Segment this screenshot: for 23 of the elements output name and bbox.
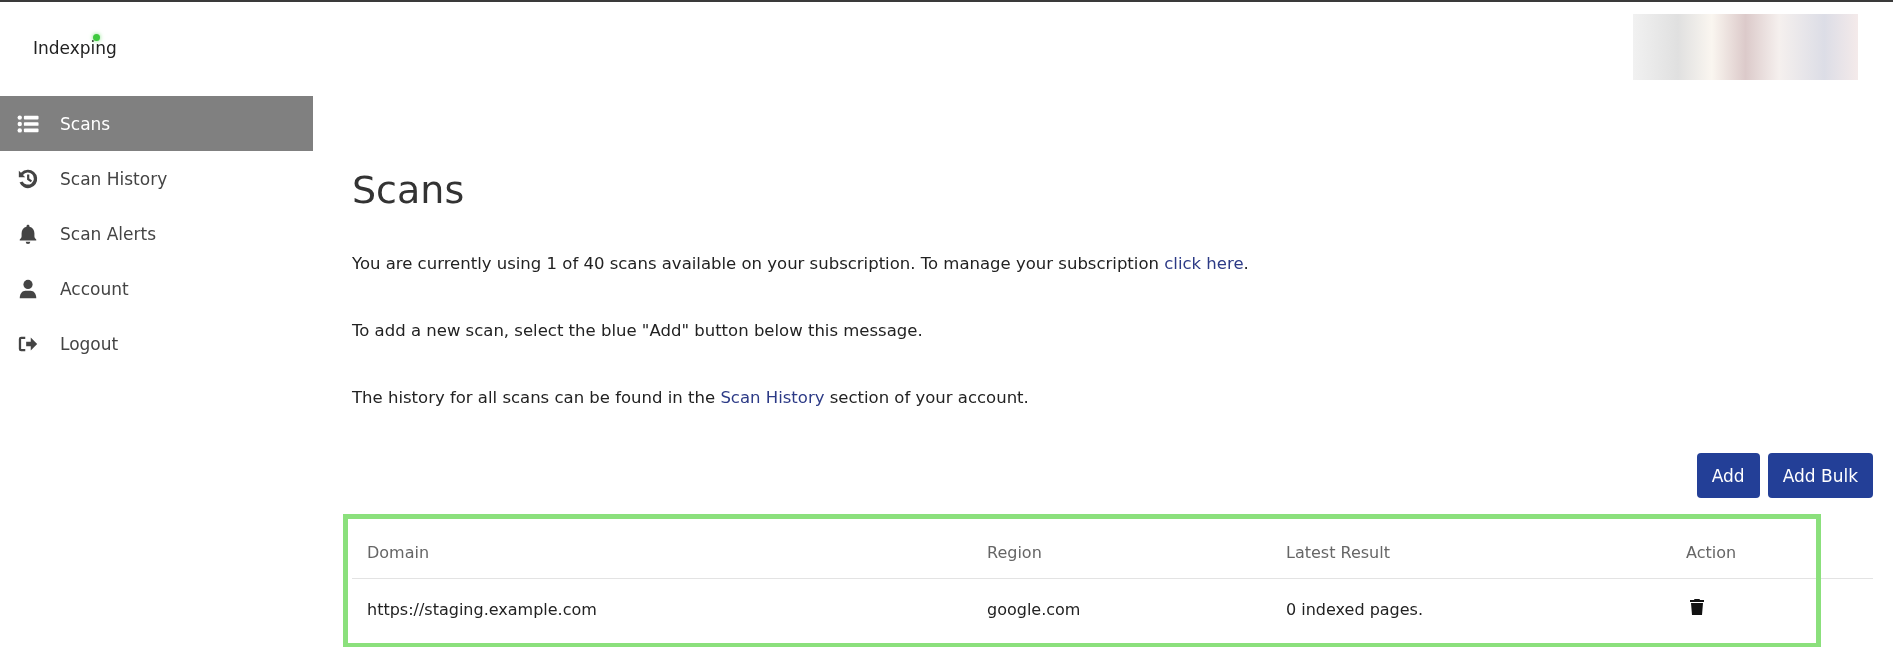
table-cell-text: https://staging.example.com bbox=[367, 599, 598, 619]
page-title: Scans bbox=[352, 168, 466, 212]
sidebar-item[interactable]: Logout bbox=[0, 316, 313, 371]
table-cell-text: 0 indexed pages. bbox=[1286, 599, 1424, 619]
sidebar-item[interactable]: Scan History bbox=[0, 151, 313, 206]
sidebar-item[interactable]: Scan Alerts bbox=[0, 206, 313, 261]
column-header: Domain bbox=[367, 542, 431, 562]
sidebar-item[interactable]: Scans bbox=[0, 96, 313, 151]
info-paragraph: You are currently using 1 of 40 scans available on your subscription. To manage your subscription click here. bbox=[352, 254, 1250, 273]
table-cell-text: google.com bbox=[987, 599, 1082, 619]
column-header: Action bbox=[1686, 542, 1738, 562]
history-icon bbox=[16, 167, 40, 190]
info-paragraph: The history for all scans can be found in the Scan History section of your account. bbox=[352, 388, 1030, 407]
column-header: Region bbox=[987, 542, 1043, 562]
add-bulk-button[interactable]: Add Bulk bbox=[1767, 453, 1873, 498]
sidebar-item[interactable]: Account bbox=[0, 261, 313, 316]
text-link[interactable]: Scan History bbox=[720, 388, 825, 407]
info-paragraph: To add a new scan, select the blue "Add" button below this message. bbox=[352, 321, 924, 340]
list-icon bbox=[16, 112, 40, 135]
column-header: Latest Result bbox=[1286, 542, 1391, 562]
text-link[interactable]: click here bbox=[1164, 254, 1244, 273]
add-button[interactable]: Add bbox=[1696, 453, 1760, 498]
trash-icon[interactable] bbox=[1690, 599, 1704, 615]
